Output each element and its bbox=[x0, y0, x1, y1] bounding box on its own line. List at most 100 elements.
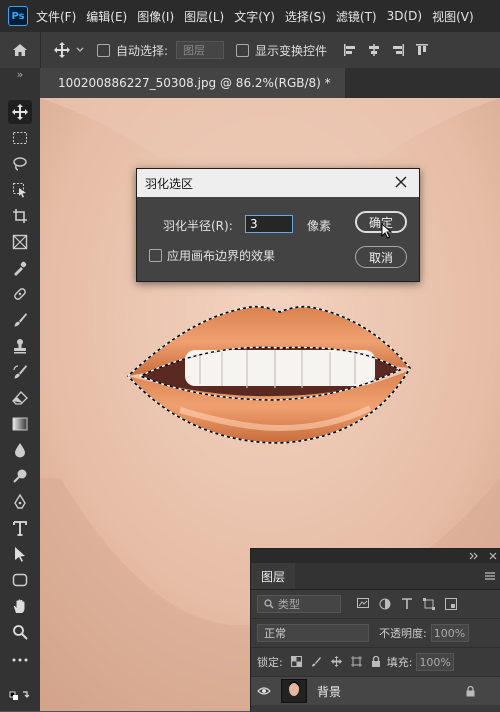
lock-pixels-icon[interactable] bbox=[311, 656, 322, 667]
mouse-cursor-icon bbox=[381, 223, 393, 239]
auto-select-dropdown[interactable]: 图层 bbox=[176, 41, 225, 59]
lock-label: 锁定: bbox=[257, 656, 283, 669]
zoom-tool[interactable] bbox=[8, 620, 32, 644]
menu-type[interactable]: 文字(Y) bbox=[234, 8, 275, 25]
menu-3d[interactable]: 3D(D) bbox=[387, 9, 422, 23]
tab-layers[interactable]: 图层 bbox=[251, 563, 296, 589]
filter-pixel-icon[interactable] bbox=[357, 598, 369, 608]
healing-brush-tool[interactable] bbox=[8, 282, 32, 306]
collapse-toolbar-icon[interactable]: » bbox=[8, 68, 32, 81]
crop-icon bbox=[13, 209, 27, 223]
feather-radius-label: 羽化半径(R): bbox=[163, 219, 233, 233]
blur-tool[interactable] bbox=[8, 438, 32, 462]
lock-all-icon[interactable] bbox=[371, 656, 381, 668]
blend-mode-select[interactable]: 正常 bbox=[257, 624, 369, 642]
filter-type-label: 类型 bbox=[278, 598, 300, 611]
filter-shape-icon[interactable] bbox=[423, 598, 435, 610]
menu-bar: Ps 文件(F) 编辑(E) 图像(I) 图层(L) 文字(Y) 选择(S) 滤… bbox=[0, 0, 500, 32]
more-tools[interactable] bbox=[8, 648, 32, 672]
layer-row-background[interactable]: 背景 bbox=[251, 677, 500, 705]
layer-filter-row: 类型 bbox=[251, 590, 500, 619]
document-tab[interactable]: 100200886227_50308.jpg @ 86.2%(RGB/8) * bbox=[40, 68, 345, 98]
fill-input[interactable]: 100% bbox=[416, 653, 455, 671]
brush-tool[interactable] bbox=[8, 308, 32, 332]
align-center-icon[interactable] bbox=[367, 43, 381, 57]
gradient-tool[interactable] bbox=[8, 412, 32, 436]
filter-smart-object-icon[interactable] bbox=[445, 598, 457, 610]
opacity-label: 不透明度: bbox=[379, 627, 427, 640]
panel-menu-icon[interactable] bbox=[485, 572, 495, 580]
crop-tool[interactable] bbox=[8, 204, 32, 228]
align-top-icon[interactable] bbox=[415, 43, 429, 57]
auto-select-checkbox[interactable] bbox=[97, 43, 110, 57]
layer-thumbnail bbox=[281, 679, 307, 703]
filter-type-icon[interactable] bbox=[401, 598, 413, 610]
feather-radius-input[interactable]: 3 bbox=[245, 215, 293, 233]
lock-position-icon[interactable] bbox=[330, 656, 342, 667]
menu-file[interactable]: 文件(F) bbox=[36, 8, 76, 25]
align-left-icon[interactable] bbox=[343, 43, 357, 57]
pen-icon bbox=[14, 494, 26, 509]
collapse-panel-icon[interactable] bbox=[469, 552, 479, 560]
hand-tool[interactable] bbox=[8, 594, 32, 618]
eyedropper-tool[interactable] bbox=[8, 256, 32, 280]
visibility-eye-icon[interactable] bbox=[257, 686, 271, 696]
opacity-input[interactable]: 100% bbox=[430, 624, 469, 642]
menu-layer[interactable]: 图层(L) bbox=[184, 8, 224, 25]
menu-select[interactable]: 选择(S) bbox=[285, 8, 326, 25]
options-bar: 自动选择: 图层 显示变换控件 bbox=[0, 32, 500, 69]
menu-filter[interactable]: 滤镜(T) bbox=[336, 8, 377, 25]
pen-tool[interactable] bbox=[8, 490, 32, 514]
home-icon bbox=[13, 44, 27, 56]
search-icon bbox=[264, 599, 274, 609]
dodge-tool[interactable] bbox=[8, 464, 32, 488]
blend-row: 正常 不透明度: 100% bbox=[251, 619, 500, 648]
auto-select-label: 自动选择: bbox=[116, 43, 169, 58]
apply-canvas-checkbox[interactable] bbox=[149, 249, 162, 262]
more-icon bbox=[12, 658, 28, 662]
menu-image[interactable]: 图像(I) bbox=[137, 8, 174, 25]
home-button[interactable] bbox=[0, 32, 41, 68]
portrait-thumbnail-icon bbox=[289, 681, 299, 696]
default-colors[interactable] bbox=[8, 686, 32, 706]
show-transform-checkbox[interactable] bbox=[236, 43, 250, 57]
layers-tab-bar: 图层 bbox=[251, 563, 500, 590]
tools-panel: » bbox=[0, 68, 41, 711]
align-right-icon[interactable] bbox=[391, 43, 405, 57]
menu-edit[interactable]: 编辑(E) bbox=[86, 8, 127, 25]
arrow-pointer-icon bbox=[15, 547, 25, 562]
lock-row: 锁定: 填充: 100% bbox=[251, 648, 500, 677]
layer-name: 背景 bbox=[317, 684, 342, 699]
chevron-down-icon bbox=[76, 47, 84, 52]
align-buttons bbox=[343, 43, 429, 57]
move-tool-preset[interactable] bbox=[53, 41, 85, 59]
history-brush-icon bbox=[13, 365, 27, 379]
clone-stamp-tool[interactable] bbox=[8, 334, 32, 358]
magnifier-icon bbox=[13, 625, 28, 640]
history-brush-tool[interactable] bbox=[8, 360, 32, 384]
path-selection-tool[interactable] bbox=[8, 542, 32, 566]
eyedropper-icon bbox=[14, 261, 27, 276]
filter-adjustment-icon[interactable] bbox=[379, 598, 391, 610]
panel-header bbox=[251, 549, 500, 563]
unit-label: 像素 bbox=[307, 219, 332, 233]
marquee-tool[interactable] bbox=[8, 126, 32, 150]
eraser-tool[interactable] bbox=[8, 386, 32, 410]
object-selection-tool[interactable] bbox=[8, 178, 32, 202]
close-icon[interactable] bbox=[393, 174, 409, 190]
lock-transparent-icon[interactable] bbox=[290, 656, 302, 667]
move-tool[interactable] bbox=[8, 100, 32, 124]
frame-tool[interactable] bbox=[8, 230, 32, 254]
lasso-tool[interactable] bbox=[8, 152, 32, 176]
shape-tool[interactable] bbox=[8, 568, 32, 592]
close-panel-icon[interactable] bbox=[489, 552, 497, 560]
layers-panel: 图层 类型 正常 不透明度: 100% 锁定: 填充: 100% 背景 bbox=[250, 548, 500, 712]
menu-view[interactable]: 视图(V) bbox=[432, 8, 474, 25]
object-select-icon bbox=[13, 183, 26, 198]
type-tool[interactable] bbox=[8, 516, 32, 540]
lock-artboard-icon[interactable] bbox=[350, 656, 362, 667]
cancel-button[interactable]: 取消 bbox=[355, 246, 407, 268]
move-tool-icon bbox=[12, 104, 28, 120]
layer-filter-select[interactable]: 类型 bbox=[257, 595, 341, 613]
photoshop-logo: Ps bbox=[8, 6, 28, 26]
